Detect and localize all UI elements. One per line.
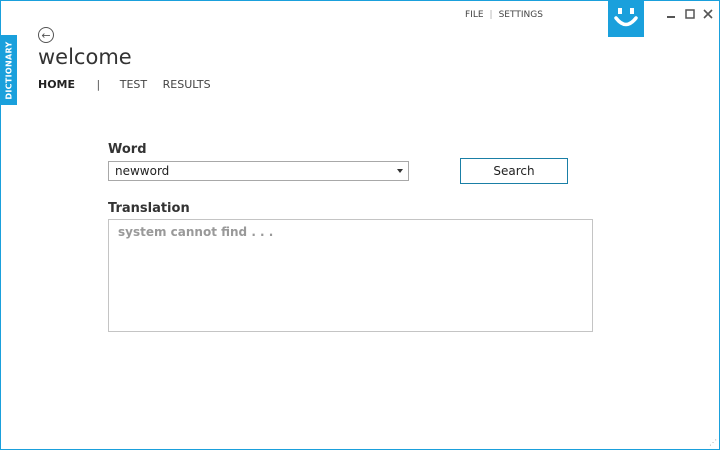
tab-test[interactable]: TEST <box>120 78 147 91</box>
translation-label: Translation <box>108 201 190 216</box>
resize-grip-icon[interactable]: ⋰ <box>709 438 717 447</box>
maximize-icon[interactable] <box>685 9 695 21</box>
smiley-logo-icon <box>608 1 644 37</box>
back-arrow-icon[interactable]: ← <box>38 27 54 43</box>
main-nav: HOME | TEST RESULTS <box>38 78 211 91</box>
menu-settings[interactable]: SETTINGS <box>499 10 543 20</box>
top-menu: FILE | SETTINGS <box>465 10 543 20</box>
word-label: Word <box>108 142 147 157</box>
translation-text: system cannot find . . . <box>118 225 274 239</box>
close-icon[interactable] <box>703 9 713 21</box>
translation-output[interactable]: system cannot find . . . <box>108 219 593 332</box>
minimize-icon[interactable] <box>666 9 676 21</box>
nav-separator: | <box>96 78 101 91</box>
app-window: DICTIONARY ← welcome HOME | TEST RESULTS… <box>0 0 720 450</box>
chevron-down-icon[interactable] <box>397 169 403 173</box>
dictionary-side-tab[interactable]: DICTIONARY <box>1 35 17 105</box>
tab-home[interactable]: HOME <box>38 78 75 91</box>
menu-divider: | <box>489 10 493 20</box>
word-value: newword <box>115 164 170 178</box>
menu-file[interactable]: FILE <box>465 10 484 20</box>
word-combobox[interactable]: newword <box>108 161 409 181</box>
page-title: welcome <box>38 45 132 69</box>
side-tab-label: DICTIONARY <box>4 40 14 100</box>
tab-results[interactable]: RESULTS <box>163 78 211 91</box>
search-button[interactable]: Search <box>460 158 568 184</box>
